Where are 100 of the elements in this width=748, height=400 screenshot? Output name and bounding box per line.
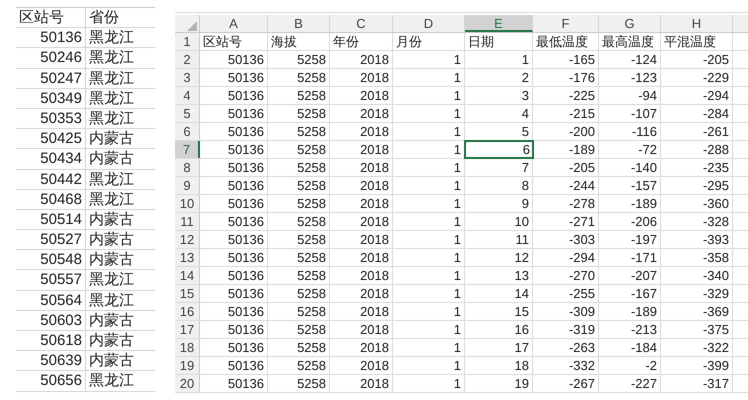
table-cell: -235: [661, 159, 733, 176]
row-header[interactable]: 13: [175, 249, 200, 266]
table-cell-text: 内蒙古: [88, 149, 135, 168]
table-cell: -309: [533, 303, 599, 320]
table-cell: -267: [533, 375, 599, 392]
select-all-icon[interactable]: [187, 21, 197, 31]
table-cell: 5258: [268, 123, 330, 140]
row-header[interactable]: 11: [175, 213, 200, 230]
table-cell: 1: [393, 249, 465, 266]
table-cell: 2018: [330, 159, 393, 176]
table-cell: 18: [465, 357, 533, 374]
table-cell: 50247: [16, 68, 86, 88]
column-title: 最高温度: [599, 33, 661, 50]
table-cell: 2018: [330, 285, 393, 302]
table-cell: 50136: [200, 303, 268, 320]
row-header[interactable]: 2: [175, 51, 200, 68]
table-cell: 2018: [330, 177, 393, 194]
row-header[interactable]: 17: [175, 321, 200, 338]
row-header[interactable]: 15: [175, 285, 200, 302]
table-cell: 4: [465, 105, 533, 122]
table-cell: 1: [393, 303, 465, 320]
column-header[interactable]: B: [268, 15, 330, 32]
column-header[interactable]: E: [465, 15, 533, 32]
table-cell: 50136: [200, 249, 268, 266]
column-header[interactable]: A: [200, 15, 268, 32]
row-header[interactable]: 9: [175, 177, 200, 194]
column-header[interactable]: H: [661, 15, 733, 32]
table-cell: 50349: [16, 88, 86, 108]
row-header[interactable]: 10: [175, 195, 200, 212]
table-cell: -171: [599, 249, 661, 266]
table-cell: 1: [393, 285, 465, 302]
table-cell: -197: [599, 231, 661, 248]
table-cell: 8: [465, 177, 533, 194]
table-cell: 5258: [268, 213, 330, 230]
table-cell-text: 内蒙古: [88, 129, 135, 148]
table-cell: 2018: [330, 267, 393, 284]
table-cell-text: 黑龙江: [88, 270, 135, 290]
table-cell: 1: [393, 177, 465, 194]
table-cell: 50136: [200, 123, 268, 140]
table-cell: -157: [599, 177, 661, 194]
row-header[interactable]: 4: [175, 87, 200, 104]
table-cell: 5258: [268, 87, 330, 104]
table-cell-text: 黑龙江: [88, 170, 135, 189]
column-header[interactable]: F: [533, 15, 599, 32]
table-cell: 50136: [200, 159, 268, 176]
table-cell: 5258: [268, 375, 330, 392]
table-cell: -329: [661, 285, 733, 302]
table-cell: 2018: [330, 357, 393, 374]
table-cell: -184: [599, 339, 661, 356]
table-cell: 50618: [16, 331, 86, 350]
table-cell: 1: [393, 267, 465, 284]
row-header[interactable]: 14: [175, 267, 200, 284]
table-cell: -358: [661, 249, 733, 266]
table-cell-text: 内蒙古: [88, 230, 135, 250]
table-cell: 5258: [268, 231, 330, 248]
table-cell: 5258: [268, 177, 330, 194]
table-cell: 1: [393, 69, 465, 86]
table-cell: 50136: [200, 357, 268, 374]
table-cell: -261: [661, 123, 733, 140]
table-cell: 1: [465, 51, 533, 68]
table-cell: -284: [661, 105, 733, 122]
table-cell: 5258: [268, 339, 330, 356]
table-cell: -322: [661, 339, 733, 356]
row-header[interactable]: 3: [175, 69, 200, 86]
table-cell: -399: [661, 357, 733, 374]
table-cell: 1: [393, 231, 465, 248]
row-header[interactable]: 16: [175, 303, 200, 320]
table-cell-text: 黑龙江: [88, 68, 135, 88]
row-header[interactable]: 6: [175, 123, 200, 140]
row-header[interactable]: 8: [175, 159, 200, 176]
row-header[interactable]: 20: [175, 375, 200, 392]
table-cell: 2018: [330, 303, 393, 320]
row-header[interactable]: 7: [175, 141, 200, 158]
table-cell: 50136: [200, 195, 268, 212]
table-cell: 2018: [330, 321, 393, 338]
column-header[interactable]: C: [330, 15, 393, 32]
row-header[interactable]: 12: [175, 231, 200, 248]
table-cell: -200: [533, 123, 599, 140]
table-cell: 50136: [200, 141, 268, 158]
table-cell: -375: [661, 321, 733, 338]
column-title: 年份: [330, 33, 393, 50]
row-header[interactable]: 1: [175, 33, 200, 50]
row-header[interactable]: 19: [175, 357, 200, 374]
table-cell: 10: [465, 213, 533, 230]
column-title: 平混温度: [661, 33, 733, 50]
table-cell: 50564: [16, 290, 86, 310]
table-cell: -189: [599, 303, 661, 320]
table-cell: 19: [465, 375, 533, 392]
table-cell-text: 内蒙古: [88, 250, 135, 270]
table-cell: 5258: [268, 267, 330, 284]
row-header[interactable]: 5: [175, 105, 200, 122]
table-cell: 6: [465, 141, 533, 158]
row-header[interactable]: 18: [175, 339, 200, 356]
table-cell: -270: [533, 267, 599, 284]
table-cell: -271: [533, 213, 599, 230]
table-cell: 50514: [16, 210, 86, 230]
column-header[interactable]: G: [599, 15, 661, 32]
table-cell: -294: [661, 87, 733, 104]
table-cell-text: 内蒙古: [88, 210, 135, 230]
table-cell: 1: [393, 141, 465, 158]
